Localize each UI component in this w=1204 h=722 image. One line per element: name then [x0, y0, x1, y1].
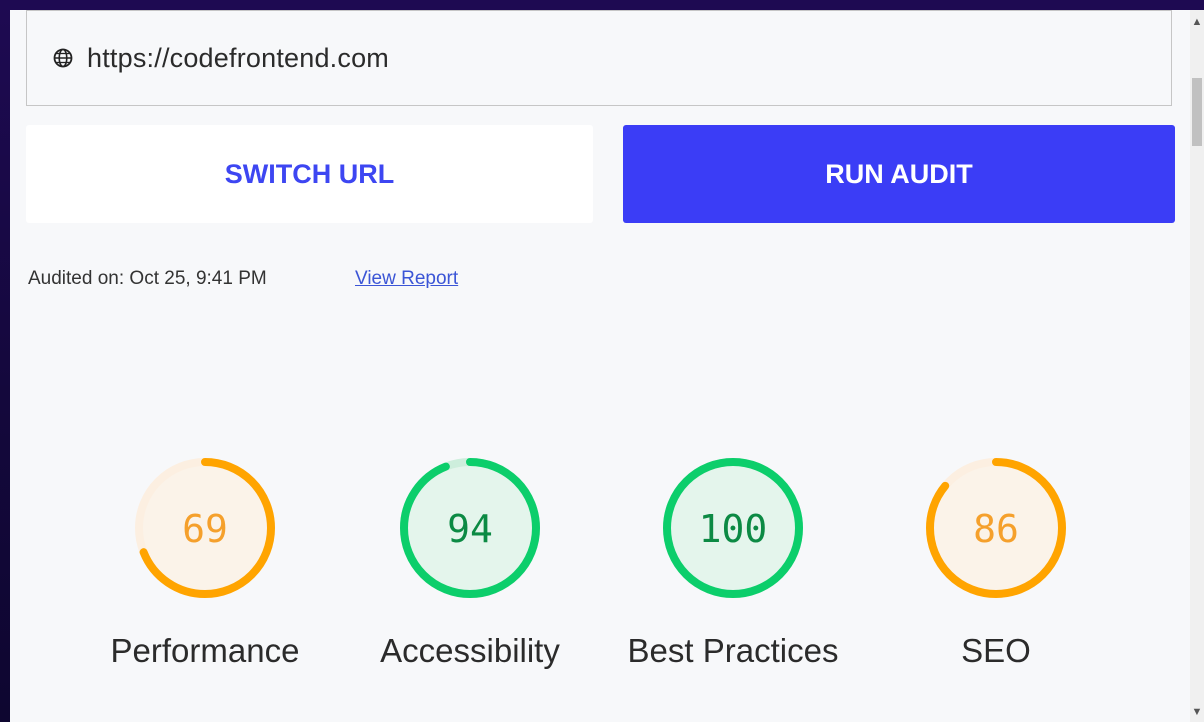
score-gauge-accessibility[interactable]: 94 Accessibility	[345, 450, 595, 669]
view-report-link[interactable]: View Report	[355, 268, 458, 290]
scrollbar[interactable]: ▲ ▼	[1190, 10, 1204, 722]
scroll-up-icon[interactable]: ▲	[1190, 14, 1204, 30]
score-ring: 100	[663, 458, 803, 598]
score-gauge-best-practices[interactable]: 100 Best Practices	[608, 450, 858, 669]
url-bar[interactable]: https://codefrontend.com	[26, 10, 1172, 106]
score-gauge-seo[interactable]: 86 SEO	[871, 450, 1121, 669]
score-label: Performance	[110, 632, 300, 669]
score-label: SEO	[961, 632, 1031, 669]
scroll-down-icon[interactable]: ▼	[1190, 704, 1204, 720]
score-label: Accessibility	[380, 632, 560, 669]
score-ring: 86	[926, 458, 1066, 598]
score-gauge-performance[interactable]: 69 Performance	[80, 450, 330, 669]
score-label: Best Practices	[627, 632, 839, 669]
switch-url-button[interactable]: SWITCH URL	[26, 125, 593, 223]
score-value: 69	[182, 507, 228, 551]
score-value: 94	[447, 507, 493, 551]
run-audit-button[interactable]: RUN AUDIT	[623, 125, 1175, 223]
audit-meta: Audited on: Oct 25, 9:41 PM View Report	[28, 268, 458, 290]
score-ring: 69	[135, 458, 275, 598]
scrollbar-thumb[interactable]	[1192, 78, 1202, 146]
globe-icon	[53, 48, 73, 68]
score-ring: 94	[400, 458, 540, 598]
url-text: https://codefrontend.com	[87, 42, 389, 73]
audited-on-text: Audited on: Oct 25, 9:41 PM	[28, 268, 267, 289]
score-value: 86	[973, 507, 1019, 551]
lighthouse-panel: https://codefrontend.com SWITCH URL RUN …	[10, 10, 1190, 722]
score-value: 100	[699, 507, 768, 551]
